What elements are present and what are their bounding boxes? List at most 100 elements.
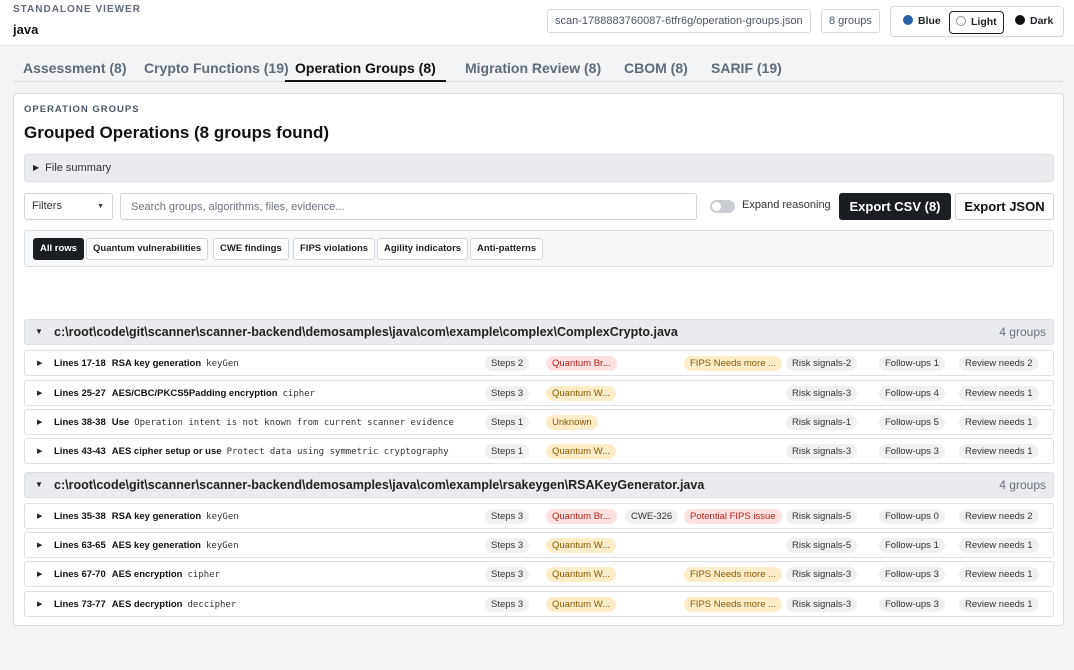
row-lines: Lines 73-77 [54, 599, 106, 610]
tab-cbom[interactable]: CBOM (8) [624, 60, 688, 82]
table-row[interactable]: ▶ Lines 17-18 RSA key generation keyGen St… [24, 350, 1054, 376]
theme-option-light[interactable]: Light [949, 11, 1004, 34]
panel-kicker: OPERATION GROUPS [24, 104, 140, 115]
row-lines: Lines 38-38 [54, 417, 106, 428]
row-code: keyGen [205, 541, 239, 551]
chip-quantum-vulnerabilities[interactable]: Quantum vulnerabilities [86, 238, 209, 260]
row-lines: Lines 63-65 [54, 540, 106, 551]
operation-groups-panel: OPERATION GROUPS Grouped Operations (8 g… [13, 93, 1064, 626]
tab-migration-review[interactable]: Migration Review (8) [465, 60, 601, 82]
filters-dropdown[interactable]: Filters ▼ [24, 193, 113, 220]
chip-cwe-findings[interactable]: CWE findings [213, 238, 289, 260]
app-kicker: STANDALONE VIEWER [13, 4, 141, 15]
review-needs-badge: Review needs 1 [959, 567, 1039, 582]
caret-right-icon: ▶ [37, 571, 43, 578]
file-path: c:\root\code\git\scanner\scanner-backend… [54, 325, 678, 339]
group-count-badge: 8 groups [821, 9, 880, 33]
row-code: keyGen [206, 359, 239, 369]
risk-signals-badge: Risk signals-3 [786, 444, 858, 459]
table-row[interactable]: ▶ Lines 25-27 AES/CBC/PKCS5Padding encryp… [24, 380, 1054, 406]
fips-badge: FIPS Needs more ... [684, 567, 783, 582]
risk-signals-badge: Risk signals-3 [786, 567, 858, 582]
review-needs-badge: Review needs 1 [959, 415, 1039, 430]
risk-signals-badge: Risk signals-3 [786, 386, 858, 401]
caret-right-icon: ▶ [37, 390, 43, 397]
row-code: Protect data using symmetric cryptograph… [226, 447, 449, 457]
quantum-badge: Quantum W... [546, 538, 617, 553]
quantum-badge: Quantum W... [546, 444, 617, 459]
risk-signals-badge: Risk signals-3 [786, 597, 858, 612]
review-needs-badge: Review needs 1 [959, 444, 1039, 459]
file-summary-toggle[interactable]: ▶ File summary [24, 154, 1054, 182]
theme-switcher: Blue Light Dark [890, 6, 1064, 37]
follow-ups-badge: Follow-ups 5 [879, 415, 945, 430]
caret-right-icon: ▶ [37, 360, 43, 367]
follow-ups-badge: Follow-ups 3 [879, 567, 945, 582]
chip-fips-violations[interactable]: FIPS violations [293, 238, 376, 260]
table-row[interactable]: ▶ Lines 63-65 AES key generation keyGen St… [24, 532, 1054, 558]
tab-assessment[interactable]: Assessment (8) [23, 60, 127, 82]
blue-dot-icon [903, 15, 913, 25]
caret-right-icon: ▶ [37, 542, 43, 549]
chip-all-rows[interactable]: All rows [33, 238, 84, 260]
theme-option-blue[interactable]: Blue [899, 11, 945, 34]
theme-option-dark[interactable]: Dark [1011, 11, 1057, 34]
row-lines: Lines 35-38 [54, 511, 106, 522]
tab-operation-groups[interactable]: Operation Groups (8) [285, 60, 446, 82]
quantum-badge: Quantum Br... [546, 356, 617, 371]
follow-ups-badge: Follow-ups 1 [879, 538, 945, 553]
row-code: cipher [282, 389, 316, 399]
steps-badge: Steps 1 [485, 444, 530, 459]
review-needs-badge: Review needs 1 [959, 538, 1039, 553]
steps-badge: Steps 1 [485, 415, 530, 430]
row-operation: RSA key generation [111, 358, 202, 369]
chip-agility-indicators[interactable]: Agility indicators [377, 238, 469, 260]
table-row[interactable]: ▶ Lines 73-77 AES decryption deccipher Ste… [24, 591, 1054, 617]
toggle-knob [712, 202, 721, 211]
caret-right-icon: ▶ [37, 419, 43, 426]
review-needs-badge: Review needs 2 [959, 356, 1039, 371]
tab-crypto-functions[interactable]: Crypto Functions (19) [144, 60, 289, 82]
filter-chip-bar: All rows Quantum vulnerabilities CWE fin… [24, 230, 1054, 267]
fips-badge: FIPS Needs more ... [684, 597, 783, 612]
file-group-header[interactable]: ▼ c:\root\code\git\scanner\scanner-backe… [24, 319, 1054, 345]
search-input[interactable] [120, 193, 697, 220]
top-bar: STANDALONE VIEWER java scan-178888376008… [0, 0, 1074, 46]
row-lines: Lines 17-18 [54, 358, 106, 369]
expand-reasoning-toggle[interactable] [710, 200, 735, 213]
cwe-badge: CWE-326 [625, 509, 679, 524]
follow-ups-badge: Follow-ups 0 [879, 509, 945, 524]
tab-sarif[interactable]: SARIF (19) [711, 60, 782, 82]
caret-right-icon: ▶ [33, 163, 40, 172]
row-lines: Lines 25-27 [54, 388, 106, 399]
table-row[interactable]: ▶ Lines 67-70 AES encryption cipher Steps … [24, 561, 1054, 587]
risk-signals-badge: Risk signals-5 [786, 538, 858, 553]
chip-anti-patterns[interactable]: Anti-patterns [470, 238, 544, 260]
follow-ups-badge: Follow-ups 4 [879, 386, 945, 401]
quantum-badge: Quantum Br... [546, 509, 617, 524]
quantum-badge: Quantum W... [546, 567, 617, 582]
export-json-button[interactable]: Export JSON [955, 193, 1054, 220]
quantum-badge: Quantum W... [546, 597, 617, 612]
risk-signals-badge: Risk signals-5 [786, 509, 858, 524]
row-operation: RSA key generation [111, 511, 202, 522]
row-lines: Lines 43-43 [54, 446, 106, 457]
row-operation: AES key generation [111, 540, 201, 551]
export-csv-button[interactable]: Export CSV (8) [839, 193, 951, 220]
fips-badge: FIPS Needs more ... [684, 356, 783, 371]
caret-right-icon: ▶ [37, 513, 43, 520]
quantum-badge: Unknown [546, 415, 598, 430]
row-operation: Use [111, 417, 130, 428]
table-row[interactable]: ▶ Lines 38-38 Use Operation intent is not … [24, 409, 1054, 435]
row-operation: AES/CBC/PKCS5Padding encryption [111, 388, 278, 399]
table-row[interactable]: ▶ Lines 35-38 RSA key generation keyGen St… [24, 503, 1054, 529]
panel-title: Grouped Operations (8 groups found) [24, 123, 330, 142]
steps-badge: Steps 3 [485, 567, 530, 582]
row-code: keyGen [206, 512, 239, 522]
file-group-header[interactable]: ▼ c:\root\code\git\scanner\scanner-backe… [24, 472, 1054, 498]
file-group-count: 4 groups [999, 478, 1046, 492]
steps-badge: Steps 3 [485, 386, 530, 401]
steps-badge: Steps 3 [485, 509, 530, 524]
caret-down-icon: ▼ [35, 480, 43, 489]
table-row[interactable]: ▶ Lines 43-43 AES cipher setup or use Prot… [24, 438, 1054, 464]
